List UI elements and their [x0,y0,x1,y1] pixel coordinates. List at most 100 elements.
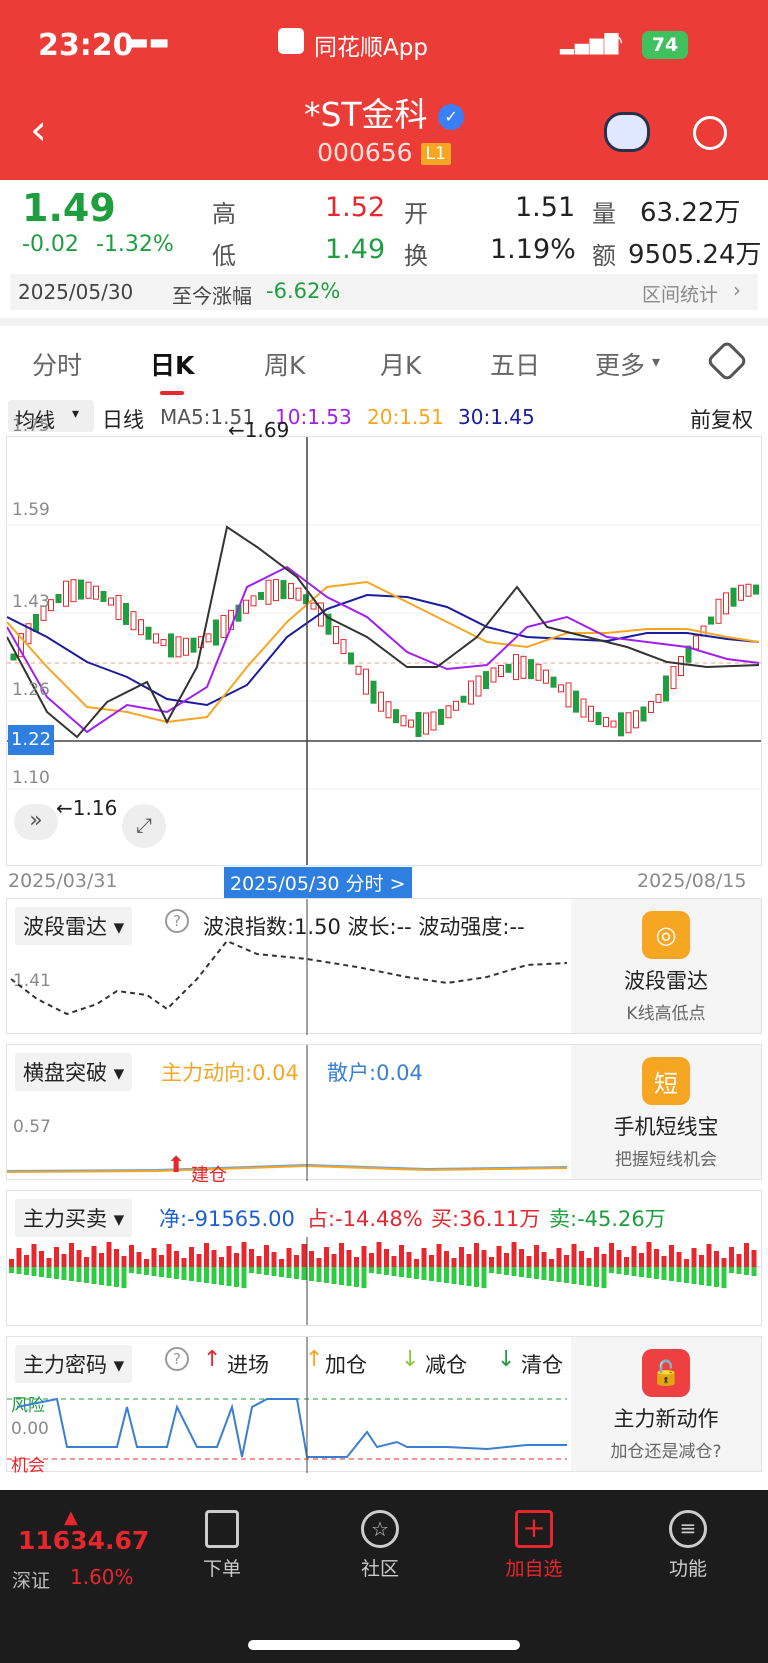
candle [85,581,92,599]
active-tab-indicator [160,391,184,395]
sell-bar [121,1267,127,1288]
candle [370,680,377,704]
candle [393,709,399,724]
buy-bar [391,1256,397,1267]
tab-fenshi[interactable]: 分时 [32,346,82,382]
sell-bar [271,1267,277,1276]
candle [183,637,189,656]
low-label: 低 [212,242,236,270]
candle [280,580,287,600]
cursor-date-label[interactable]: 2025/05/30 分时 > [224,867,412,898]
sell-bar [676,1267,682,1282]
sell-bar [564,1267,569,1283]
candle [715,598,722,624]
buy-bar [624,1257,629,1267]
battery-icon: 74 [642,31,688,59]
buy-bar [69,1243,74,1267]
buy-bar [654,1249,659,1267]
candle [145,626,152,640]
buy-bar [571,1244,577,1267]
sell-bar [609,1267,614,1273]
candle [588,705,594,722]
buy-bar [279,1259,284,1267]
sell-bar [721,1267,727,1288]
buy-bar [751,1250,757,1267]
app-logo-icon [278,28,304,54]
candle [573,690,579,713]
sell-bar [594,1267,599,1287]
buy-bar [669,1245,674,1267]
tab-five-day[interactable]: 五日 [490,346,540,382]
adjust-toggle[interactable]: 前复权 [690,404,753,434]
tab-weekly-k[interactable]: 周K [264,346,305,382]
settings-icon[interactable] [705,339,749,383]
buy-bar [444,1251,449,1267]
short-line-card[interactable]: 短 手机短线宝 把握短线机会 [571,1045,761,1179]
search-icon[interactable] [693,116,727,150]
buy-bar [601,1254,607,1267]
high-marker: ←1.69 [228,418,290,442]
verified-icon: ✓ [438,103,465,130]
dropdown-icon: ▾ [72,406,80,422]
sell-bar [631,1267,637,1276]
sell-bar [691,1267,697,1284]
nav-community[interactable]: ☆ 社区 [350,1510,410,1581]
sell-bar [204,1267,209,1283]
main-code-line [7,1337,567,1473]
buy-bar [174,1251,179,1267]
buy-bar [339,1243,344,1267]
buy-bar [496,1246,502,1267]
candle [340,639,347,655]
tab-more[interactable]: 更多 [595,346,645,382]
candle [745,583,752,597]
index-name: 深证 [12,1570,51,1592]
main-action-card[interactable]: 🔓 主力新动作 加仓还是减仓? [571,1337,761,1471]
range-stats-link[interactable]: 区间统计 [642,280,718,307]
short-icon: 短 [642,1057,690,1105]
tab-daily-k[interactable]: 日K [150,346,194,382]
sell-bar [714,1267,719,1287]
sell-bar [534,1267,539,1279]
nav-functions[interactable]: ≡ 功能 [658,1510,718,1581]
expand-sidebar-button[interactable]: » [14,804,58,840]
high-label: 高 [212,200,236,228]
up-triangle-icon: ▲ [64,1507,78,1528]
cursor-price-label: 1.22 [8,725,54,755]
nav-order[interactable]: 下单 [192,1510,252,1581]
candle [693,635,699,650]
buy-bar [526,1256,532,1267]
sell-bar [744,1267,749,1275]
buy-bar [646,1242,652,1267]
home-indicator[interactable] [248,1640,520,1650]
sell-bar [654,1267,659,1279]
sell-bar [76,1267,82,1282]
sell-bar [601,1267,607,1288]
chevron-right-icon: › [733,278,741,302]
sell-bar [526,1267,532,1278]
plus-icon: + [515,1510,553,1548]
buy-bar [114,1249,119,1267]
buy-bar [241,1242,247,1267]
nav-add-watchlist[interactable]: + 加自选 [504,1510,564,1581]
buy-bar [714,1251,719,1267]
buy-bar [399,1245,404,1267]
kline-chart[interactable] [6,436,762,866]
main-force-selector[interactable]: 主力买卖 ▾ [15,1199,133,1237]
tab-monthly-k[interactable]: 月K [380,346,421,382]
since-value: -6.62% [266,279,341,303]
sell-bar [279,1267,284,1277]
buy-bar [189,1247,194,1267]
sell-bar [459,1267,464,1285]
candle [78,579,84,600]
sell-bar [571,1267,577,1284]
wave-line [10,899,567,1035]
sell-bar [211,1267,217,1284]
fullscreen-icon[interactable]: ⤢ [122,804,166,848]
sell-bar [669,1267,674,1281]
buy-bar [316,1258,322,1267]
candle [100,590,107,602]
buy-bar [721,1258,727,1267]
wave-radar-card[interactable]: ◎ 波段雷达 K线高低点 [571,899,761,1033]
robot-assistant-icon[interactable] [604,112,650,152]
sell-bar [166,1267,172,1278]
